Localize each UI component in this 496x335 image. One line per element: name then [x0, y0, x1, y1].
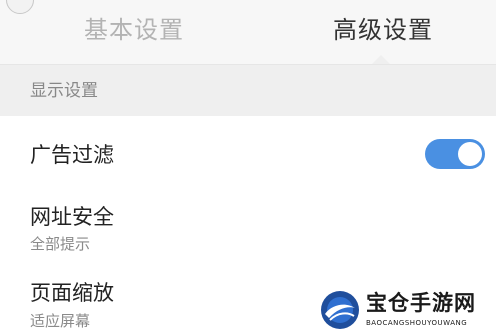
toggle-knob	[458, 142, 482, 166]
back-icon[interactable]	[6, 0, 34, 14]
tab-advanced-settings[interactable]: 高级设置	[333, 14, 433, 46]
watermark-name: 宝仓手游网	[366, 291, 476, 315]
tab-basic-settings[interactable]: 基本设置	[84, 14, 184, 46]
url-security-value: 全部提示	[30, 235, 91, 253]
logo-icon	[321, 291, 359, 329]
active-tab-indicator	[372, 55, 390, 64]
page-zoom-value: 适应屏幕	[30, 312, 91, 330]
url-security-label: 网址安全	[30, 205, 114, 229]
watermark: 宝仓手游网 BAOCANGSHOUYOUWANG	[318, 288, 496, 335]
setting-row-ad-filter[interactable]: 广告过滤	[0, 117, 496, 193]
tab-bar: 基本设置 高级设置	[0, 0, 496, 65]
setting-row-url-security[interactable]: 网址安全 全部提示	[0, 193, 496, 263]
section-title: 显示设置	[30, 81, 98, 101]
watermark-domain: BAOCANGSHOUYOUWANG	[366, 319, 468, 327]
ad-filter-label: 广告过滤	[30, 143, 114, 167]
section-header: 显示设置	[0, 65, 496, 116]
page-zoom-label: 页面缩放	[30, 281, 114, 305]
ad-filter-toggle[interactable]	[425, 139, 485, 169]
